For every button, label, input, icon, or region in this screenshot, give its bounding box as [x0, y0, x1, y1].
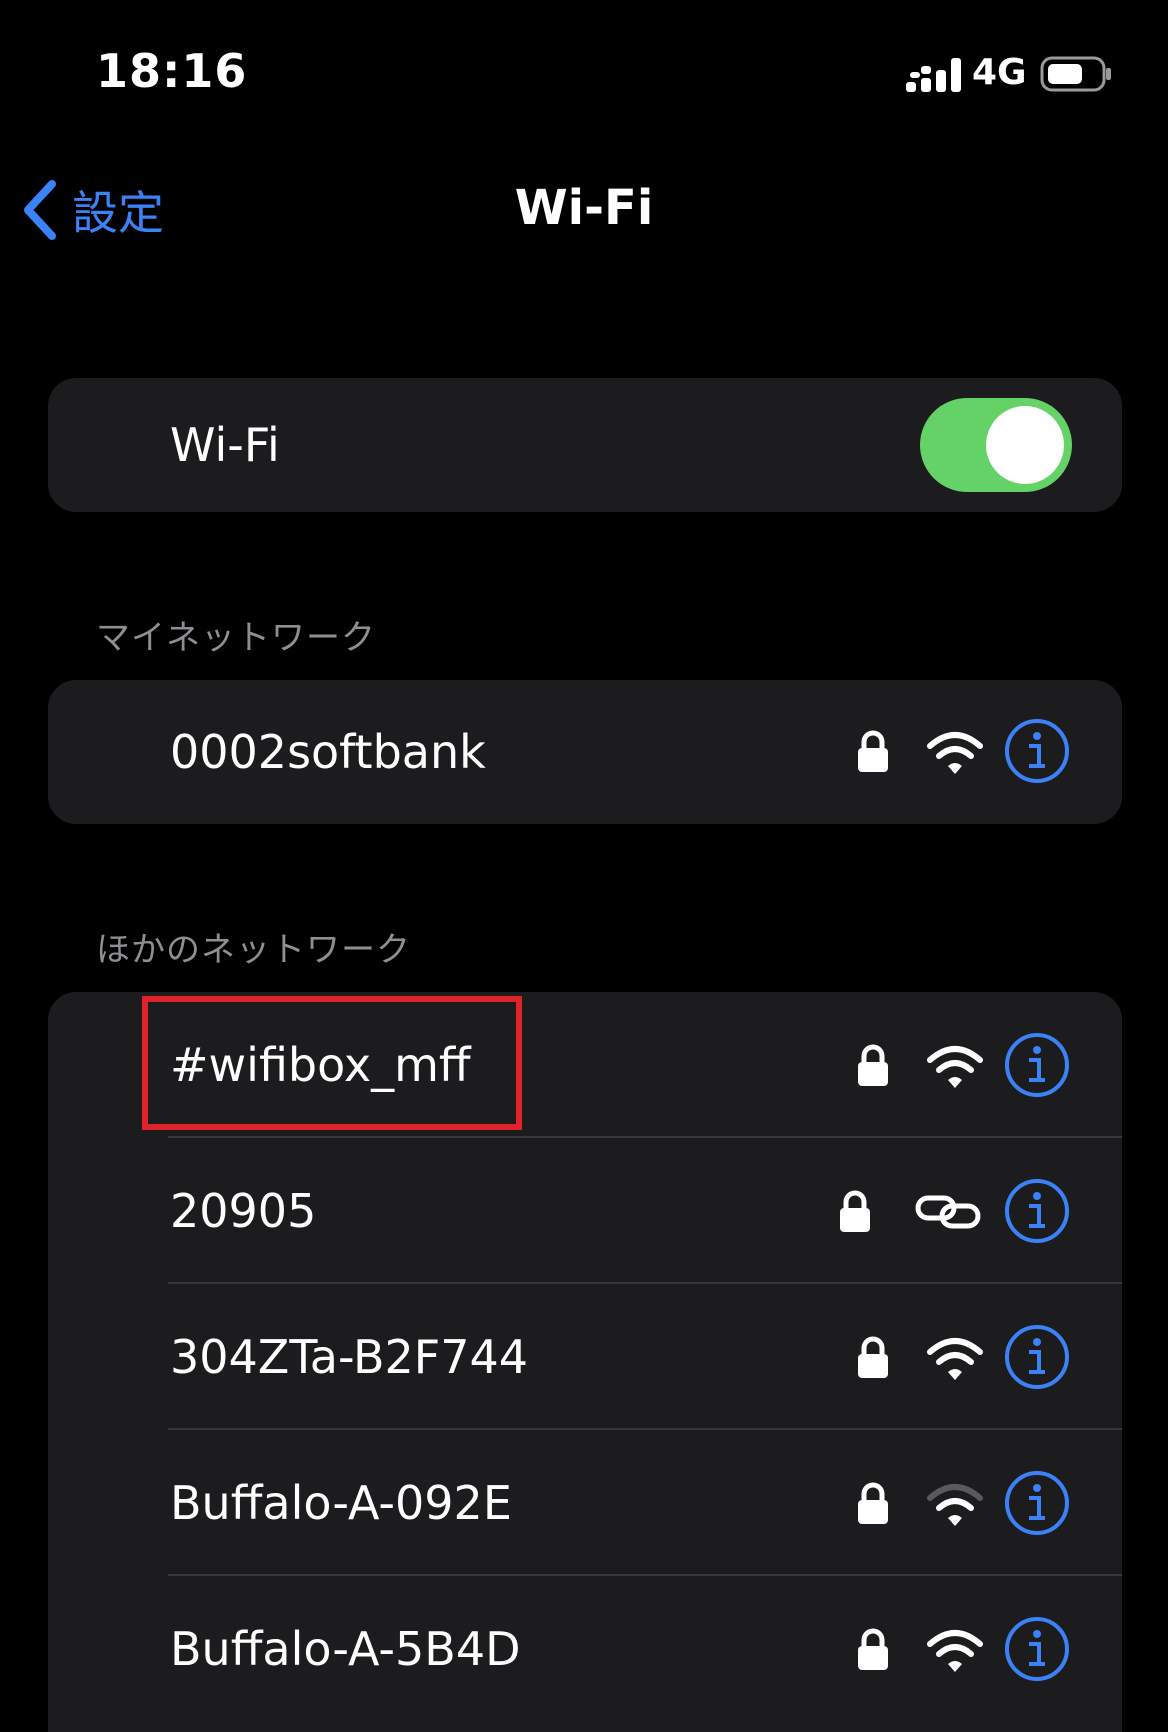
info-button-icon[interactable]: [1004, 718, 1070, 784]
status-bar: 18:16 4G: [0, 0, 1168, 150]
info-button-icon[interactable]: [1004, 1178, 1070, 1244]
network-row[interactable]: Buffalo-A-5B4D: [48, 1576, 1122, 1722]
navigation-bar: 設定 Wi-Fi: [0, 160, 1168, 260]
toggle-knob: [986, 406, 1064, 484]
status-time: 18:16: [96, 44, 248, 98]
wifi-signal-icon: [927, 1484, 983, 1526]
network-name: Buffalo-A-092E: [170, 1476, 512, 1530]
wifi-toggle-group: Wi-Fi: [48, 378, 1122, 512]
battery-icon: [1040, 56, 1111, 92]
network-row[interactable]: 20905: [48, 1138, 1122, 1284]
personal-hotspot-link-icon: [915, 1195, 981, 1229]
wifi-toggle-label: Wi-Fi: [170, 418, 280, 472]
lock-icon: [858, 1482, 888, 1524]
lock-icon: [858, 1044, 888, 1086]
wifi-signal-icon: [927, 732, 983, 774]
lock-icon: [858, 1628, 888, 1670]
wifi-signal-icon: [927, 1630, 983, 1672]
wifi-signal-icon: [927, 1338, 983, 1380]
wifi-toggle-row: Wi-Fi: [48, 378, 1122, 512]
network-name: 0002softbank: [170, 725, 486, 779]
info-button-icon[interactable]: [1004, 1616, 1070, 1682]
other-networks-header: ほかのネットワーク: [96, 930, 411, 970]
network-type: 4G: [972, 52, 1027, 93]
lock-icon: [840, 1190, 870, 1232]
my-networks-group: 0002softbank: [48, 680, 1122, 824]
cellular-signal-icon: [906, 58, 961, 92]
wifi-signal-icon: [927, 1046, 983, 1088]
network-row[interactable]: 304ZTa-B2F744: [48, 1284, 1122, 1430]
highlight-box: [142, 996, 522, 1130]
network-name: 20905: [170, 1184, 317, 1238]
network-row-0002softbank[interactable]: 0002softbank: [48, 680, 1122, 824]
lock-icon: [858, 730, 888, 772]
info-button-icon[interactable]: [1004, 1324, 1070, 1390]
info-button-icon[interactable]: [1004, 1032, 1070, 1098]
info-button-icon[interactable]: [1004, 1470, 1070, 1536]
network-row[interactable]: Buffalo-A-092E: [48, 1430, 1122, 1576]
network-name: 304ZTa-B2F744: [170, 1330, 529, 1384]
my-networks-header: マイネットワーク: [96, 618, 376, 658]
network-name: Buffalo-A-5B4D: [170, 1622, 521, 1676]
lock-icon: [858, 1336, 888, 1378]
wifi-toggle-switch[interactable]: [920, 398, 1072, 492]
page-title: Wi-Fi: [514, 180, 654, 236]
